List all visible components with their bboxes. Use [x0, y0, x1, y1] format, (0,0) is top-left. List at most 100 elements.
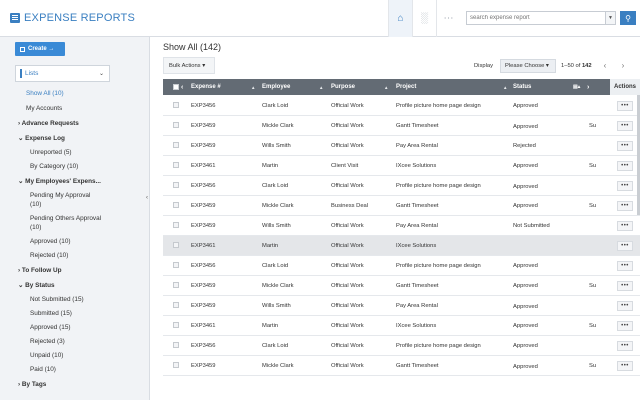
row-actions-button[interactable]: •••: [617, 361, 633, 371]
column-label: Purpose: [331, 84, 356, 90]
bulk-actions-button[interactable]: Bulk Actions ▾: [163, 57, 215, 74]
search-input[interactable]: [466, 11, 606, 25]
sidebar-item-expense-log[interactable]: ⌄ Expense Log: [18, 135, 65, 143]
table-row[interactable]: EXP3461 Martin Official Work IXcee Solution…: [163, 236, 640, 256]
sidebar-item-not-submitted[interactable]: Not Submitted (15): [30, 296, 84, 304]
sidebar-item-unpaid[interactable]: Unpaid (10): [30, 352, 63, 360]
row-checkbox[interactable]: [173, 282, 179, 288]
row-checkbox[interactable]: [173, 182, 179, 188]
chevron-right-icon[interactable]: ›: [587, 79, 589, 95]
employee-cell: Wills Smith: [262, 223, 291, 229]
select-all-checkbox[interactable]: [173, 79, 179, 95]
sidebar-item-approved[interactable]: Approved (10): [30, 238, 71, 246]
row-actions-button[interactable]: •••: [617, 261, 633, 271]
employee-cell: Mickle Clark: [262, 123, 294, 129]
row-actions-button[interactable]: •••: [617, 201, 633, 211]
row-actions-button[interactable]: •••: [617, 321, 633, 331]
display-select[interactable]: Please Choose ▾: [500, 59, 556, 73]
sidebar-item-approved-status[interactable]: Approved (15): [30, 324, 71, 332]
sidebar-item-unreported[interactable]: Unreported (5): [30, 149, 72, 157]
table-row[interactable]: EXP3459 Mickle Clark Official Work Gantt Ti…: [163, 276, 640, 296]
table-row[interactable]: EXP3456 Clark Loid Official Work Profile pi…: [163, 176, 640, 196]
row-checkbox[interactable]: [173, 202, 179, 208]
bar-chart-icon[interactable]: ░: [412, 0, 436, 37]
employee-cell: Wills Smith: [262, 303, 291, 309]
row-actions-button[interactable]: •••: [617, 301, 633, 311]
sidebar-item-rejected[interactable]: Rejected (10): [30, 252, 68, 260]
row-actions-button[interactable]: •••: [617, 281, 633, 291]
main-content: Show All (142) Bulk Actions ▾ Display Pl…: [151, 37, 640, 400]
row-checkbox[interactable]: [173, 302, 179, 308]
table-row[interactable]: EXP3459 Mickle Clark Business Deal Gantt Ti…: [163, 196, 640, 216]
sort-icon[interactable]: ▲: [384, 79, 392, 95]
create-button[interactable]: Create →: [15, 42, 65, 56]
ellipsis-icon[interactable]: ⋯: [436, 0, 460, 37]
home-icon[interactable]: ⌂: [388, 0, 412, 37]
table-row[interactable]: EXP3459 Wills Smith Official Work Pay Area …: [163, 296, 640, 316]
caret-down-icon[interactable]: ▼: [606, 11, 616, 25]
row-actions-button[interactable]: •••: [617, 141, 633, 151]
sidebar-item-advance-requests[interactable]: › Advance Requests: [18, 120, 79, 128]
sidebar-item-pending-others-approval[interactable]: Pending Others Approval: [30, 215, 101, 223]
column-status[interactable]: Status: [513, 79, 531, 95]
status-cell: Approved: [513, 343, 538, 349]
table-row[interactable]: EXP3461 Martin Official Work IXcee Solution…: [163, 316, 640, 336]
sidebar-item-show-all[interactable]: Show All (10): [26, 90, 64, 98]
table-row[interactable]: EXP3456 Clark Loid Official Work Profile pi…: [163, 256, 640, 276]
row-actions-button[interactable]: •••: [617, 241, 633, 251]
row-checkbox[interactable]: [173, 142, 179, 148]
row-actions-button[interactable]: •••: [617, 221, 633, 231]
table-row[interactable]: EXP3461 Martin Client Visit IXcee Solutions…: [163, 156, 640, 176]
row-actions-button[interactable]: •••: [617, 181, 633, 191]
sidebar-item-by-status[interactable]: ⌄ By Status: [18, 282, 55, 290]
sort-icon[interactable]: ▲: [251, 79, 259, 95]
expense-number-cell: EXP3456: [191, 103, 216, 109]
row-checkbox[interactable]: [173, 162, 179, 168]
sidebar-item-to-follow-up[interactable]: › To Follow Up: [18, 267, 62, 275]
column-purpose[interactable]: Purpose: [331, 79, 355, 95]
table-row[interactable]: EXP3456 Clark Loid Official Work Profile pi…: [163, 336, 640, 356]
purpose-cell: Official Work: [331, 143, 364, 149]
lists-dropdown[interactable]: Lists ⌄: [15, 65, 110, 82]
sidebar-item-paid[interactable]: Paid (10): [30, 366, 56, 374]
table-row[interactable]: EXP3459 Wills Smith Official Work Pay Area …: [163, 136, 640, 156]
table-row[interactable]: EXP3459 Wills Smith Official Work Pay Area …: [163, 216, 640, 236]
table-row[interactable]: EXP3459 Mickle Clark Official Work Gantt Ti…: [163, 116, 640, 136]
expense-number-cell: EXP3461: [191, 163, 216, 169]
sidebar-item-submitted[interactable]: Submitted (15): [30, 310, 72, 318]
chevron-left-icon[interactable]: ‹: [599, 59, 611, 71]
sidebar-item-my-accounts[interactable]: My Accounts: [26, 105, 62, 113]
sidebar-item-my-employees-expenses[interactable]: ⌄ My Employees' Expens...: [18, 178, 101, 186]
chevron-left-icon[interactable]: ‹: [181, 79, 183, 95]
sidebar-item-rejected-status[interactable]: Rejected (3): [30, 338, 65, 346]
column-settings-icon[interactable]: ▤▴: [573, 79, 580, 95]
row-actions-button[interactable]: •••: [617, 121, 633, 131]
row-actions-button[interactable]: •••: [617, 161, 633, 171]
column-project[interactable]: Project: [396, 79, 416, 95]
chevron-right-icon[interactable]: ›: [617, 59, 629, 71]
sidebar-item-by-category[interactable]: By Category (10): [30, 163, 78, 171]
sort-icon[interactable]: ▲: [503, 79, 511, 95]
expense-number-cell: EXP3459: [191, 303, 216, 309]
display-label: Display: [474, 63, 494, 69]
sidebar-item-by-tags[interactable]: › By Tags: [18, 381, 46, 389]
row-checkbox[interactable]: [173, 262, 179, 268]
row-actions-button[interactable]: •••: [617, 341, 633, 351]
column-expense[interactable]: Expense #: [191, 79, 221, 95]
sidebar-item-pending-my-approval[interactable]: Pending My Approval: [30, 192, 90, 200]
row-checkbox[interactable]: [173, 322, 179, 328]
column-label: Employee: [262, 84, 291, 90]
table-row[interactable]: EXP3459 Mickle Clark Official Work Gantt Ti…: [163, 356, 640, 376]
column-employee[interactable]: Employee: [262, 79, 290, 95]
sort-icon[interactable]: ▲: [319, 79, 327, 95]
row-actions-button[interactable]: •••: [617, 101, 633, 111]
row-checkbox[interactable]: [173, 342, 179, 348]
row-checkbox[interactable]: [173, 362, 179, 368]
row-checkbox[interactable]: [173, 222, 179, 228]
table-row[interactable]: EXP3456 Clark Loid Official Work Profile pi…: [163, 96, 640, 116]
employee-cell: Mickle Clark: [262, 283, 294, 289]
row-checkbox[interactable]: [173, 242, 179, 248]
search-icon[interactable]: ⚲: [620, 11, 636, 25]
row-checkbox[interactable]: [173, 122, 179, 128]
row-checkbox[interactable]: [173, 102, 179, 108]
